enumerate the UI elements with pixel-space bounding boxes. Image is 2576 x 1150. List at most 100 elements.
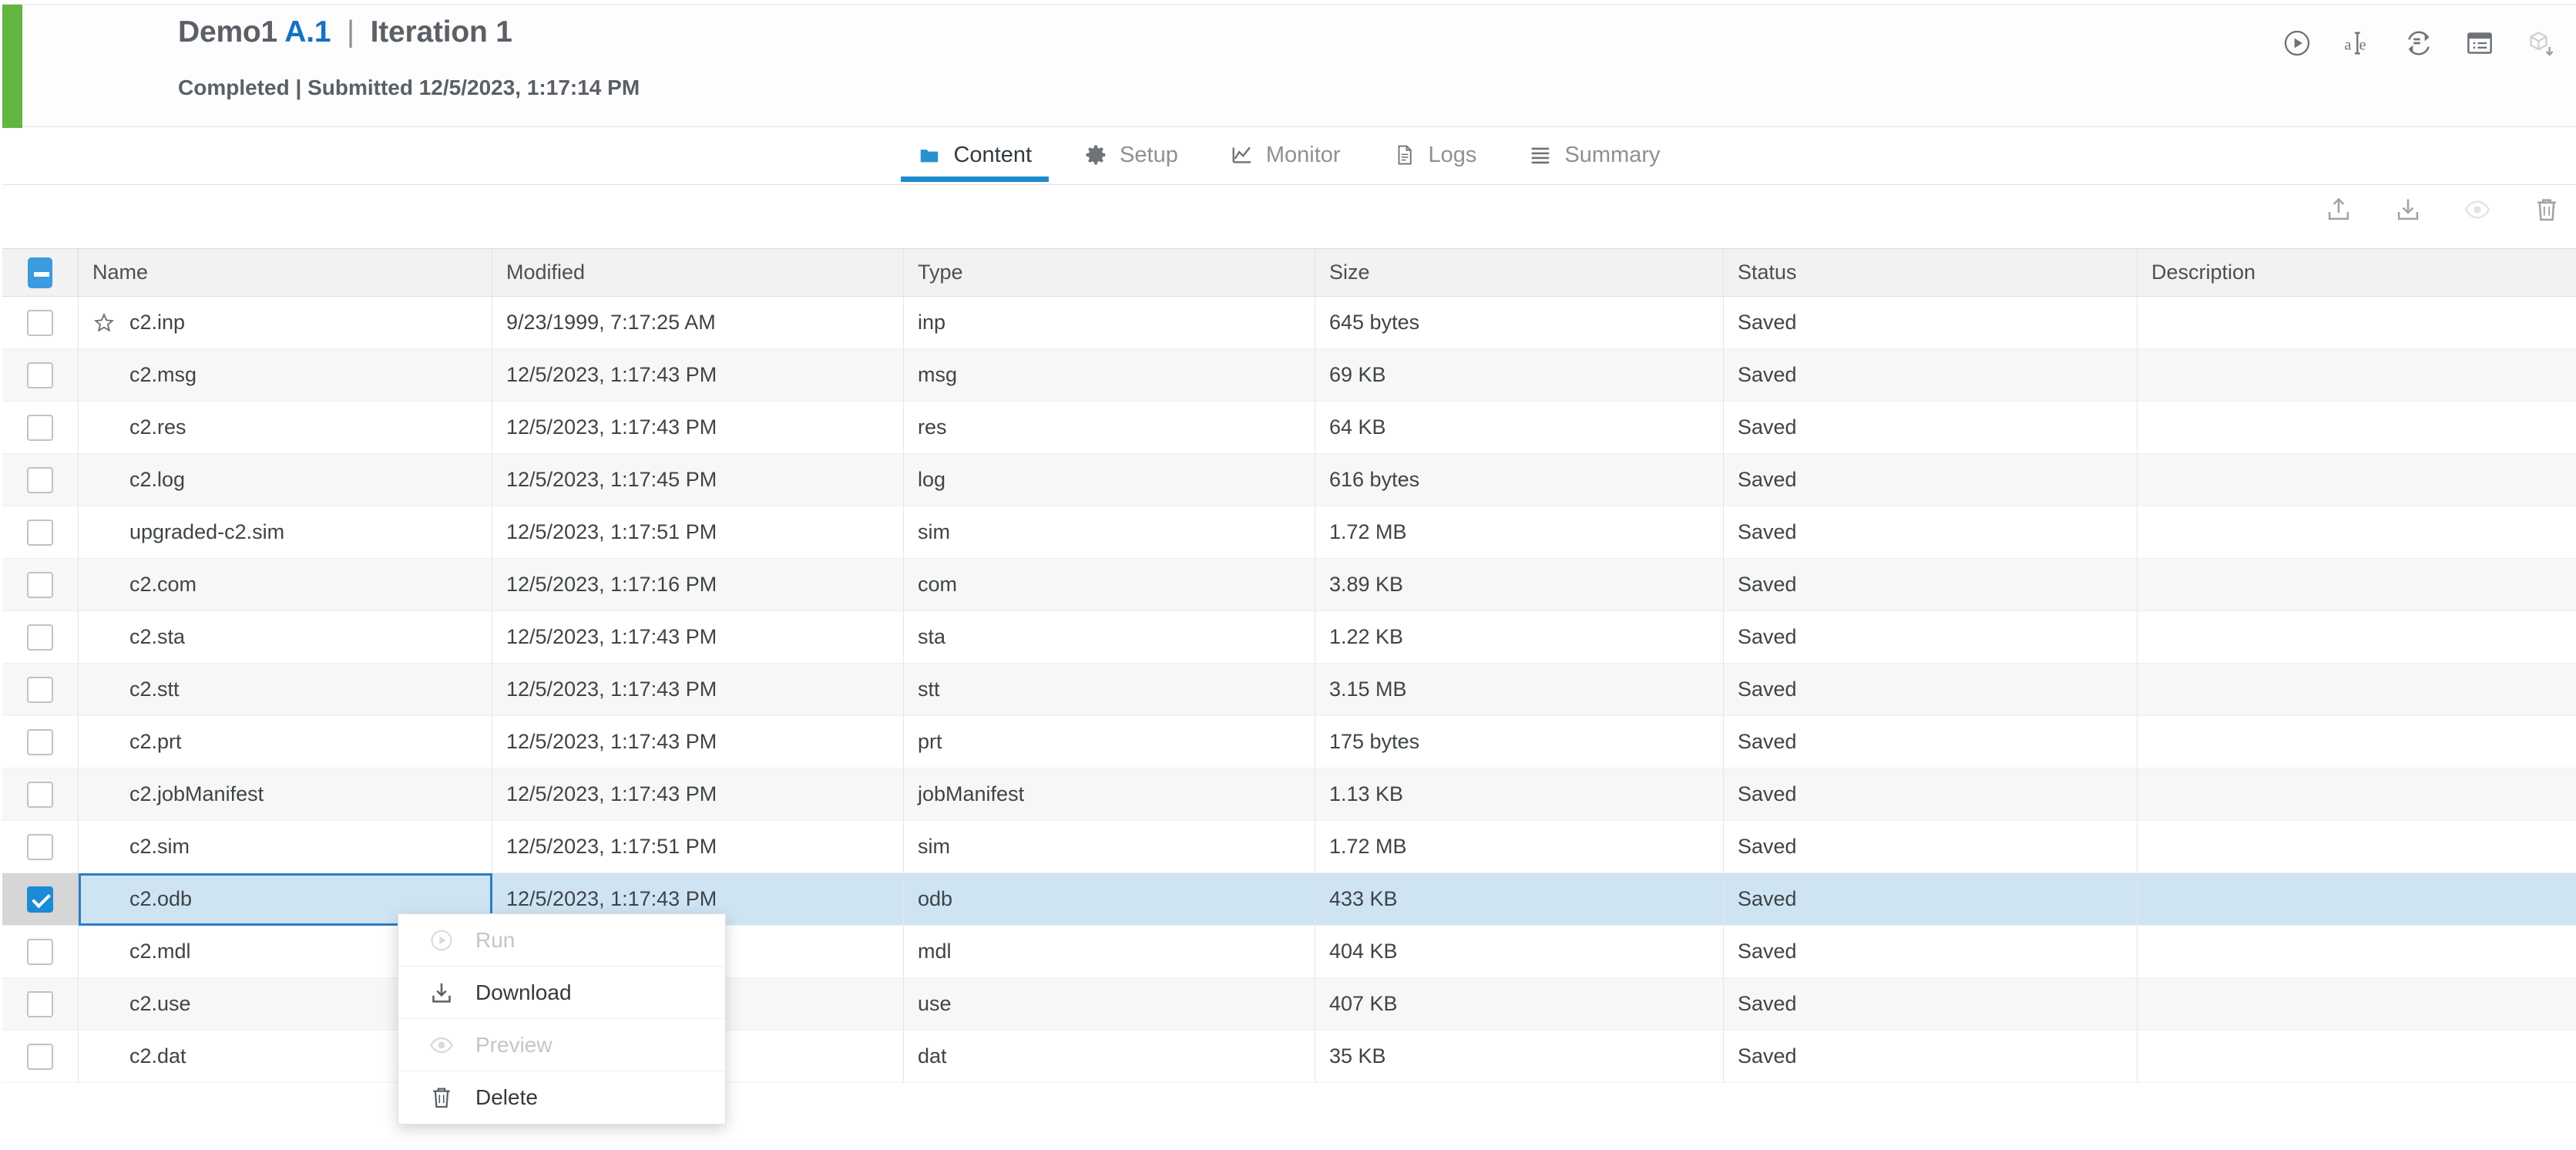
cell-size: 616 bytes xyxy=(1315,454,1724,506)
tab-summary-label: Summary xyxy=(1564,142,1661,167)
file-name-label: c2.log xyxy=(129,468,186,491)
upload-icon[interactable] xyxy=(2323,194,2354,225)
row-checkbox[interactable] xyxy=(27,466,53,493)
row-checkbox[interactable] xyxy=(27,728,53,755)
row-checkbox[interactable] xyxy=(27,781,53,808)
svg-text:e: e xyxy=(2359,36,2366,53)
column-header-description[interactable]: Description xyxy=(2138,249,2576,296)
table-row[interactable]: c2.dat12/5/2023, 1:17:43 PMdat35 KBSaved xyxy=(2,1031,2576,1083)
row-checkbox[interactable] xyxy=(27,886,53,913)
delete-icon[interactable] xyxy=(2531,194,2562,225)
select-all-checkbox[interactable] xyxy=(28,257,52,288)
download-icon[interactable] xyxy=(2393,194,2423,225)
row-checkbox[interactable] xyxy=(27,624,53,651)
cell-modified: 12/5/2023, 1:17:43 PM xyxy=(492,768,904,820)
column-header-type[interactable]: Type xyxy=(904,249,1315,296)
row-checkbox[interactable] xyxy=(27,833,53,860)
row-checkbox[interactable] xyxy=(27,990,53,1017)
select-all-cell xyxy=(2,249,79,296)
row-select-cell xyxy=(2,926,79,977)
row-checkbox[interactable] xyxy=(27,1043,53,1070)
row-select-cell xyxy=(2,454,79,506)
tab-summary[interactable]: Summary xyxy=(1503,128,1686,182)
document-icon xyxy=(1393,143,1416,166)
cell-name: upgraded-c2.sim xyxy=(79,506,492,558)
title-iteration: Iteration 1 xyxy=(370,15,512,49)
cell-modified: 12/5/2023, 1:17:43 PM xyxy=(492,402,904,453)
cell-name: c2.com xyxy=(79,559,492,610)
column-header-name[interactable]: Name xyxy=(79,249,492,296)
row-select-cell xyxy=(2,349,79,401)
context-menu-item-run-label: Run xyxy=(475,927,516,952)
tab-monitor-label: Monitor xyxy=(1265,142,1341,167)
rename-icon[interactable]: a e xyxy=(2341,26,2375,60)
table-row[interactable]: c2.prt 12/5/2023, 1:17:43 PM prt 175 bytes S… xyxy=(2,716,2576,768)
delete-icon xyxy=(428,1084,475,1111)
row-checkbox[interactable] xyxy=(27,361,53,388)
row-select-cell xyxy=(2,1031,79,1082)
context-menu-item-download[interactable]: Download xyxy=(398,967,725,1019)
row-select-cell xyxy=(2,611,79,663)
cell-modified: 12/5/2023, 1:17:16 PM xyxy=(492,559,904,610)
cell-modified: 12/5/2023, 1:17:45 PM xyxy=(492,454,904,506)
file-context-menu: Run Download Preview Delete xyxy=(398,913,726,1125)
cell-type: prt xyxy=(904,716,1315,768)
table-row[interactable]: c2.odb 12/5/2023, 1:17:43 PM odb 433 KB Save… xyxy=(2,873,2576,926)
tab-logs-label: Logs xyxy=(1428,142,1477,167)
tab-logs[interactable]: Logs xyxy=(1367,128,1503,182)
column-header-modified[interactable]: Modified xyxy=(492,249,904,296)
row-checkbox[interactable] xyxy=(27,519,53,546)
cell-type: mdl xyxy=(904,926,1315,977)
row-checkbox[interactable] xyxy=(27,571,53,598)
file-name-label: c2.use xyxy=(129,992,191,1015)
row-checkbox[interactable] xyxy=(27,309,53,336)
cell-size: 433 KB xyxy=(1315,873,1724,925)
table-row[interactable]: c2.res 12/5/2023, 1:17:43 PM res 64 KB Saved xyxy=(2,402,2576,454)
cell-status: Saved xyxy=(1724,454,2138,506)
cell-description xyxy=(2138,821,2576,873)
file-name-label: c2.odb xyxy=(129,887,193,910)
run-icon[interactable] xyxy=(2280,26,2314,60)
cell-status: Saved xyxy=(1724,349,2138,401)
cell-description xyxy=(2138,926,2576,977)
tab-content[interactable]: Content xyxy=(892,128,1058,182)
cell-type: stt xyxy=(904,664,1315,715)
column-header-status[interactable]: Status xyxy=(1724,249,2138,296)
context-menu-item-preview: Preview xyxy=(398,1019,725,1071)
tab-monitor[interactable]: Monitor xyxy=(1204,128,1367,182)
cell-modified: 12/5/2023, 1:17:43 PM xyxy=(492,716,904,768)
table-row[interactable]: c2.sim 12/5/2023, 1:17:51 PM sim 1.72 MB Sav… xyxy=(2,821,2576,873)
convert-icon[interactable] xyxy=(2402,26,2436,60)
table-row[interactable]: upgraded-c2.sim 12/5/2023, 1:17:51 PM sim 1… xyxy=(2,506,2576,559)
cell-description xyxy=(2138,349,2576,401)
table-icon[interactable] xyxy=(2463,26,2497,60)
extract-model-icon[interactable] xyxy=(2524,26,2558,60)
context-menu-item-delete[interactable]: Delete xyxy=(398,1071,725,1124)
table-row[interactable]: c2.sta 12/5/2023, 1:17:43 PM sta 1.22 KB Sav… xyxy=(2,611,2576,664)
table-row[interactable]: c2.jobManifest 12/5/2023, 1:17:43 PM jobMa… xyxy=(2,768,2576,821)
row-checkbox[interactable] xyxy=(27,938,53,965)
cell-status: Saved xyxy=(1724,926,2138,977)
column-header-size[interactable]: Size xyxy=(1315,249,1724,296)
table-row[interactable]: c2.msg 12/5/2023, 1:17:43 PM msg 69 KB Saved xyxy=(2,349,2576,402)
cell-modified: 12/5/2023, 1:17:43 PM xyxy=(492,349,904,401)
table-row[interactable]: c2.use12/5/2023, 1:17:43 PMuse407 KBSave… xyxy=(2,978,2576,1031)
table-row[interactable]: c2.mdl12/5/2023, 1:17:43 PMmdl404 KBSave… xyxy=(2,926,2576,978)
table-row[interactable]: c2.log 12/5/2023, 1:17:45 PM log 616 bytes S… xyxy=(2,454,2576,506)
cell-description xyxy=(2138,297,2576,348)
row-checkbox[interactable] xyxy=(27,676,53,703)
table-toolbar xyxy=(2323,194,2562,225)
table-row[interactable]: c2.inp 9/23/1999, 7:17:25 AM inp 645 bytes S… xyxy=(2,297,2576,349)
table-row[interactable]: c2.stt 12/5/2023, 1:17:43 PM stt 3.15 MB Sav… xyxy=(2,664,2576,716)
tab-setup[interactable]: Setup xyxy=(1058,128,1204,182)
row-checkbox[interactable] xyxy=(27,414,53,441)
favorite-star-icon[interactable] xyxy=(92,311,129,335)
file-name-label: c2.sta xyxy=(129,625,186,648)
list-icon xyxy=(1529,143,1552,166)
table-row[interactable]: c2.com 12/5/2023, 1:17:16 PM com 3.89 KB Sav… xyxy=(2,559,2576,611)
preview-icon xyxy=(428,1031,475,1059)
file-name-label: c2.jobManifest xyxy=(129,782,264,805)
cell-name: c2.jobManifest xyxy=(79,768,492,820)
cell-size: 1.13 KB xyxy=(1315,768,1724,820)
cell-name: c2.inp xyxy=(79,297,492,348)
